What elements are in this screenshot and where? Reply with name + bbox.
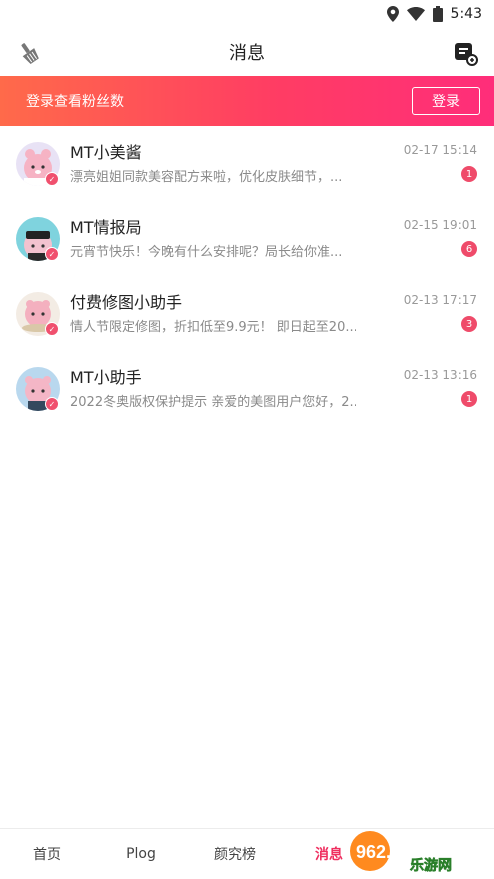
tab-home[interactable]: 首页	[0, 844, 94, 864]
unread-count-badge: 3	[461, 316, 477, 332]
message-item[interactable]: ✓ MT小美酱 漂亮姐姐同款美容配方来啦，优化皮肤细节，... 02-17 15…	[0, 126, 494, 201]
unread-count-badge: 1	[461, 166, 477, 182]
message-preview: 情人节限定修图，折扣低至9.9元！ 即日起至20...	[70, 320, 356, 335]
verified-badge-icon: ✓	[45, 247, 59, 261]
login-banner-text: 登录查看粉丝数	[26, 94, 124, 110]
message-preview: 元宵节快乐！今晚有什么安排呢？局长给你准...	[70, 245, 343, 260]
location-icon	[386, 6, 399, 22]
clear-unread-button[interactable]	[16, 40, 42, 66]
login-button[interactable]: 登录	[412, 87, 480, 115]
message-time: 02-13 17:17	[403, 293, 477, 307]
status-bar: 5:43	[0, 0, 494, 28]
verified-badge-icon: ✓	[45, 172, 59, 186]
top-bar: 消息	[0, 28, 494, 76]
message-preview: 2022冬奥版权保护提示 亲爱的美图用户您好，2...	[70, 395, 356, 410]
login-banner: 登录查看粉丝数 登录	[0, 76, 494, 126]
message-time: 02-17 15:14	[403, 143, 477, 157]
status-time: 5:43	[450, 6, 482, 22]
unread-count-badge: 6	[461, 241, 477, 257]
message-item[interactable]: ✓ MT情报局 元宵节快乐！今晚有什么安排呢？局长给你准... 02-15 19…	[0, 201, 494, 276]
verified-badge-icon: ✓	[45, 397, 59, 411]
tab-ranking[interactable]: 颜究榜	[188, 844, 282, 864]
verified-badge-icon: ✓	[45, 322, 59, 336]
message-list: ✓ MT小美酱 漂亮姐姐同款美容配方来啦，优化皮肤细节，... 02-17 15…	[0, 126, 494, 426]
contacts-button[interactable]	[452, 40, 478, 66]
unread-count-badge: 1	[461, 391, 477, 407]
message-sender: MT小美酱	[70, 143, 142, 162]
message-item[interactable]: ✓ MT小助手 2022冬奥版权保护提示 亲爱的美图用户您好，2... 02-1…	[0, 351, 494, 426]
message-time: 02-15 19:01	[403, 218, 477, 232]
battery-icon	[432, 6, 443, 22]
chat-list-icon	[455, 43, 478, 66]
message-sender: MT情报局	[70, 218, 142, 237]
message-item[interactable]: ✓ 付费修图小助手 情人节限定修图，折扣低至9.9元！ 即日起至20... 02…	[0, 276, 494, 351]
message-preview: 漂亮姐姐同款美容配方来啦，优化皮肤细节，...	[70, 170, 343, 185]
message-sender: MT小助手	[70, 368, 142, 387]
page-title: 消息	[229, 43, 265, 64]
tab-plog[interactable]: Plog	[94, 846, 188, 862]
message-sender: 付费修图小助手	[70, 293, 183, 312]
message-time: 02-13 13:16	[403, 368, 477, 382]
watermark-logo: 962.NET 乐游网	[350, 831, 452, 874]
broom-icon	[21, 43, 39, 65]
watermark-text-bottom: 乐游网	[410, 857, 452, 874]
wifi-icon	[406, 7, 425, 21]
